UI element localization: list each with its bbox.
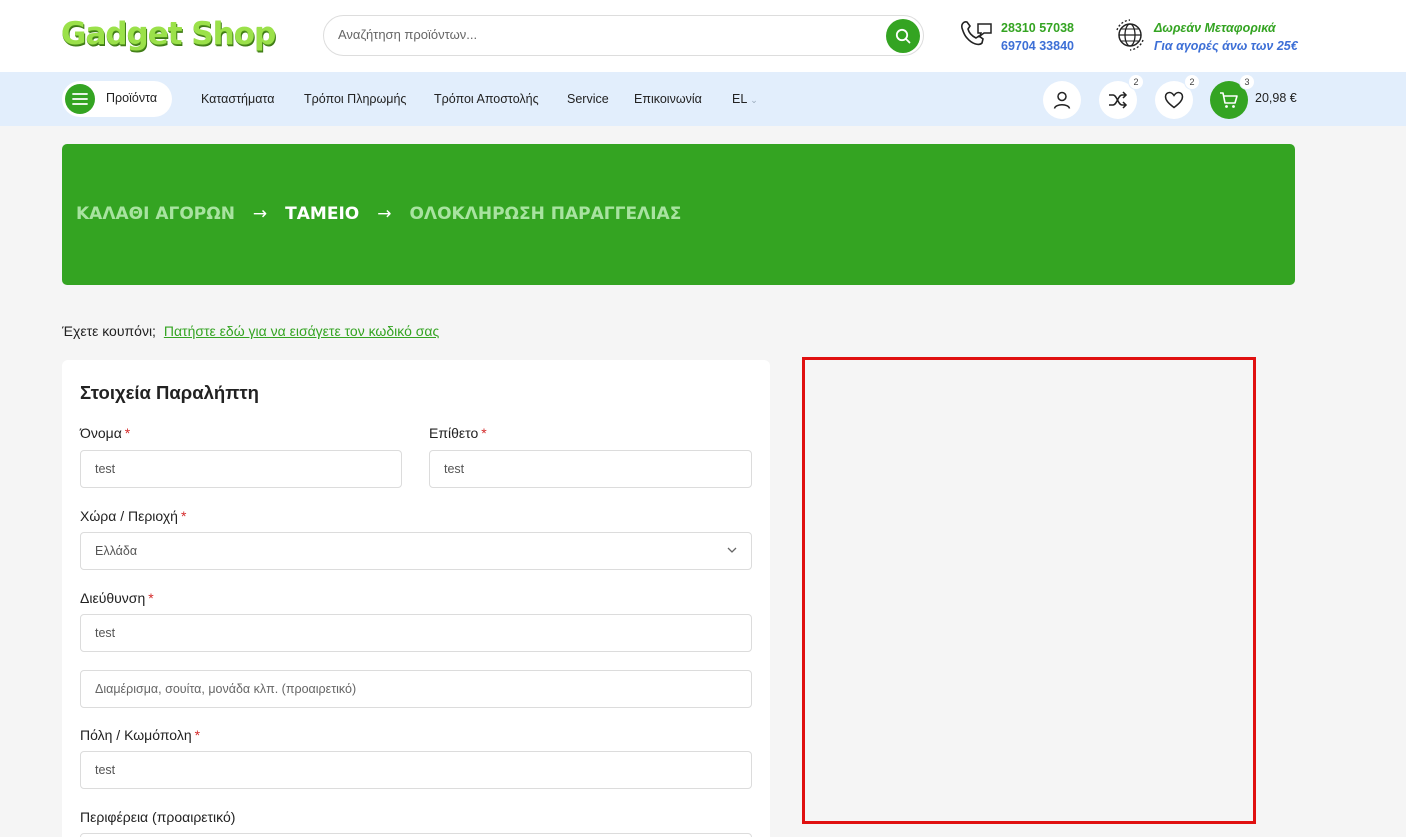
last-name-label: Επίθετο * [429, 425, 487, 441]
first-name-field[interactable]: test [80, 450, 402, 488]
nav-link-contact[interactable]: Επικοινωνία [634, 92, 702, 106]
site-logo[interactable]: Gadget Shop [61, 16, 276, 52]
compare-button[interactable]: 2 [1099, 75, 1143, 119]
address-value: test [95, 626, 116, 640]
phone-number-1[interactable]: 28310 57038 [1001, 19, 1074, 37]
coupon-question: Έχετε κουπόνι; [62, 323, 156, 339]
language-selector[interactable]: EL ⌄ [732, 92, 758, 106]
user-icon [1053, 91, 1071, 109]
country-select[interactable]: Ελλάδα [80, 532, 752, 570]
account-button[interactable] [1043, 81, 1081, 119]
free-shipping-subtitle: Για αγορές άνω των 25€ [1154, 39, 1298, 53]
step-checkout: ΤΑΜΕΙΟ [285, 204, 360, 224]
region-field[interactable] [80, 833, 752, 837]
first-name-value: test [95, 462, 116, 476]
shuffle-compare-icon [1109, 91, 1128, 109]
checkout-breadcrumb: ΚΑΛΑΘΙ ΑΓΟΡΩΝ → ΤΑΜΕΙΟ → ΟΛΟΚΛΗΡΩΣΗ ΠΑΡΑ… [76, 204, 681, 224]
compare-count-badge: 2 [1129, 75, 1143, 89]
phone-icon [961, 21, 992, 46]
country-value: Ελλάδα [95, 544, 138, 558]
step-order-complete: ΟΛΟΚΛΗΡΩΣΗ ΠΑΡΑΓΓΕΛΙΑΣ [409, 204, 682, 224]
chevron-down-icon: ⌄ [750, 95, 758, 105]
order-summary-placeholder-highlight [802, 357, 1256, 824]
nav-link-stores[interactable]: Καταστήματα [201, 92, 274, 106]
coupon-link[interactable]: Πατήστε εδώ για να εισάγετε τον κωδικό σ… [164, 323, 439, 339]
search-button[interactable] [886, 19, 920, 53]
search-icon [895, 28, 911, 44]
contact-phones: 28310 57038 69704 33840 [1001, 19, 1074, 55]
last-name-field[interactable]: test [429, 450, 752, 488]
free-shipping-info: Δωρεάν Μεταφορικά Για αγορές άνω των 25€ [1154, 19, 1298, 55]
nav-link-payment-methods[interactable]: Τρόποι Πληρωμής [304, 92, 406, 106]
arrow-right-icon: → [377, 204, 392, 224]
heart-icon [1164, 91, 1184, 109]
wishlist-count-badge: 2 [1185, 75, 1199, 89]
nav-link-shipping-methods[interactable]: Τρόποι Αποστολής [434, 92, 539, 106]
region-label: Περιφέρεια (προαιρετικό) [80, 809, 236, 825]
coupon-notice: Έχετε κουπόνι; Πατήστε εδώ για να εισάγε… [62, 323, 439, 339]
address-label: Διεύθυνση * [80, 590, 154, 606]
products-menu-button[interactable]: Προϊόντα [62, 81, 172, 117]
phone-number-2[interactable]: 69704 33840 [1001, 37, 1074, 55]
billing-details-card: Στοιχεία Παραλήπτη Όνομα * test Επίθετο * … [62, 360, 770, 837]
wishlist-button[interactable]: 2 [1155, 75, 1199, 119]
city-value: test [95, 763, 116, 777]
last-name-value: test [444, 462, 465, 476]
address-line-2-field[interactable]: Διαμέρισμα, σουίτα, μονάδα κλπ. (προαιρε… [80, 670, 752, 708]
city-label: Πόλη / Κωμόπολη * [80, 727, 201, 743]
cart-total[interactable]: 20,98 € [1255, 91, 1297, 105]
hamburger-icon [65, 84, 95, 114]
language-code: EL [732, 92, 748, 106]
nav-link-service[interactable]: Service [567, 92, 609, 106]
arrow-right-icon: → [252, 204, 268, 224]
search-input[interactable] [338, 27, 878, 42]
products-menu-label: Προϊόντα [106, 91, 158, 105]
top-header: Gadget Shop 28310 57038 69704 33840 Δωρε… [0, 0, 1406, 72]
country-label: Χώρα / Περιοχή * [80, 508, 187, 524]
search-bar [323, 15, 924, 56]
address-field[interactable]: test [80, 614, 752, 652]
globe-shipping-icon [1116, 19, 1144, 51]
cart-button[interactable]: 3 [1210, 75, 1254, 119]
cart-icon [1220, 92, 1238, 108]
first-name-label: Όνομα * [80, 425, 131, 441]
chevron-down-icon [727, 547, 737, 553]
checkout-steps-banner: ΚΑΛΑΘΙ ΑΓΟΡΩΝ → ΤΑΜΕΙΟ → ΟΛΟΚΛΗΡΩΣΗ ΠΑΡΑ… [62, 144, 1295, 285]
address-line-2-placeholder: Διαμέρισμα, σουίτα, μονάδα κλπ. (προαιρε… [95, 682, 357, 696]
cart-count-badge: 3 [1240, 75, 1254, 89]
step-shopping-cart[interactable]: ΚΑΛΑΘΙ ΑΓΟΡΩΝ [76, 204, 235, 224]
free-shipping-title: Δωρεάν Μεταφορικά [1154, 21, 1276, 35]
billing-details-title: Στοιχεία Παραλήπτη [80, 382, 259, 403]
city-field[interactable]: test [80, 751, 752, 789]
